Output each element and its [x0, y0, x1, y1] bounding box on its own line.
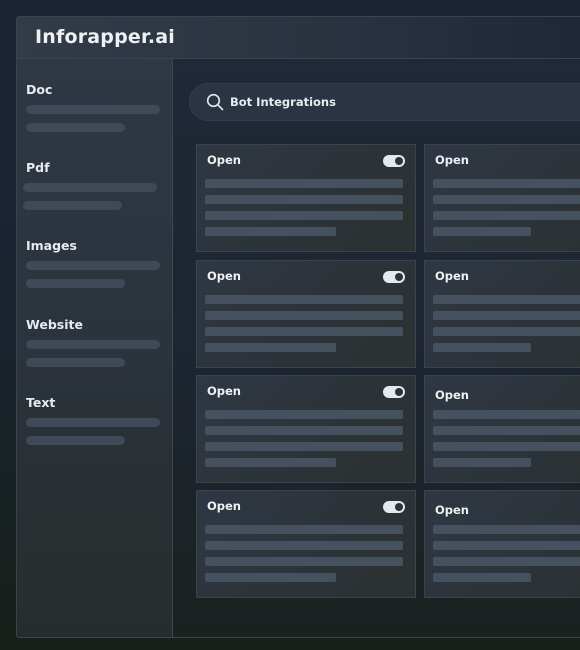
- card-placeholder: [205, 295, 403, 359]
- skeleton-line: [433, 195, 580, 204]
- skeleton-line: [26, 436, 125, 445]
- skeleton-line: [433, 327, 580, 336]
- skeleton-line: [205, 557, 403, 566]
- skeleton-line: [205, 311, 403, 320]
- integration-toggle[interactable]: [383, 501, 405, 513]
- toggle-knob: [395, 157, 403, 165]
- skeleton-line: [433, 442, 580, 451]
- sidebar-item-label: Doc: [26, 82, 53, 97]
- skeleton-line: [433, 311, 580, 320]
- integration-card[interactable]: Open: [424, 375, 580, 483]
- sidebar-item-pdf[interactable]: Pdf: [23, 160, 161, 219]
- card-title: Open: [207, 499, 241, 513]
- skeleton-line: [205, 573, 336, 582]
- skeleton-line: [205, 410, 403, 419]
- card-title: Open: [207, 269, 241, 283]
- skeleton-line: [205, 295, 403, 304]
- skeleton-line: [26, 279, 125, 288]
- skeleton-line: [433, 541, 580, 550]
- skeleton-line: [26, 358, 125, 367]
- toggle-knob: [395, 503, 403, 511]
- card-title: Open: [435, 503, 469, 517]
- skeleton-line: [205, 211, 403, 220]
- sidebar-item-images[interactable]: Images: [26, 238, 161, 297]
- skeleton-line: [433, 458, 531, 467]
- card-placeholder: [205, 179, 403, 243]
- integration-card[interactable]: Open: [424, 144, 580, 252]
- skeleton-line: [205, 227, 336, 236]
- card-title: Open: [435, 153, 469, 167]
- skeleton-line: [433, 410, 580, 419]
- skeleton-line: [433, 573, 531, 582]
- skeleton-line: [26, 123, 125, 132]
- skeleton-line: [26, 105, 160, 114]
- skeleton-line: [205, 426, 403, 435]
- card-title: Open: [435, 269, 469, 283]
- skeleton-line: [433, 525, 580, 534]
- skeleton-line: [205, 195, 403, 204]
- integration-card[interactable]: Open: [196, 144, 416, 252]
- integration-card[interactable]: Open: [196, 490, 416, 598]
- skeleton-line: [26, 261, 160, 270]
- app-title: Inforapper.ai: [35, 26, 176, 48]
- integration-card[interactable]: Open: [196, 375, 416, 483]
- integration-toggle[interactable]: [383, 155, 405, 167]
- skeleton-line: [26, 418, 160, 427]
- card-title: Open: [435, 388, 469, 402]
- sidebar: Doc Pdf Images Website Text: [17, 59, 173, 637]
- skeleton-line: [433, 211, 580, 220]
- skeleton-line: [26, 340, 160, 349]
- skeleton-line: [205, 541, 403, 550]
- skeleton-line: [433, 227, 531, 236]
- sidebar-item-label: Pdf: [26, 160, 50, 175]
- sidebar-item-label: Website: [26, 317, 83, 332]
- sidebar-item-label: Text: [26, 395, 56, 410]
- sidebar-item-website[interactable]: Website: [26, 317, 161, 376]
- skeleton-line: [433, 179, 580, 188]
- toggle-knob: [395, 388, 403, 396]
- card-placeholder: [433, 525, 580, 589]
- card-placeholder: [205, 410, 403, 474]
- integration-card[interactable]: Open: [424, 260, 580, 368]
- card-title: Open: [207, 384, 241, 398]
- skeleton-line: [433, 426, 580, 435]
- search-label: Bot Integrations: [230, 95, 336, 109]
- search-icon: [206, 93, 224, 111]
- toggle-knob: [395, 273, 403, 281]
- search-bar[interactable]: Bot Integrations: [189, 83, 580, 121]
- skeleton-line: [433, 295, 580, 304]
- sidebar-item-label: Images: [26, 238, 77, 253]
- skeleton-line: [205, 327, 403, 336]
- skeleton-line: [23, 201, 122, 210]
- integration-toggle[interactable]: [383, 386, 405, 398]
- skeleton-line: [205, 525, 403, 534]
- sidebar-item-text[interactable]: Text: [26, 395, 161, 454]
- integration-toggle[interactable]: [383, 271, 405, 283]
- skeleton-line: [205, 179, 403, 188]
- app-window: Inforapper.ai Doc Pdf Images Website Tex…: [16, 16, 580, 638]
- skeleton-line: [23, 183, 157, 192]
- main-content: Bot Integrations Open Open Open Open Ope…: [173, 59, 580, 637]
- skeleton-line: [433, 343, 531, 352]
- integration-card[interactable]: Open: [196, 260, 416, 368]
- integration-card[interactable]: Open: [424, 490, 580, 598]
- title-bar: Inforapper.ai: [17, 17, 580, 59]
- card-title: Open: [207, 153, 241, 167]
- skeleton-line: [433, 557, 580, 566]
- skeleton-line: [205, 458, 336, 467]
- card-placeholder: [433, 179, 580, 243]
- sidebar-item-doc[interactable]: Doc: [26, 82, 161, 141]
- card-placeholder: [205, 525, 403, 589]
- card-placeholder: [433, 410, 580, 474]
- skeleton-line: [205, 442, 403, 451]
- skeleton-line: [205, 343, 336, 352]
- card-placeholder: [433, 295, 580, 359]
